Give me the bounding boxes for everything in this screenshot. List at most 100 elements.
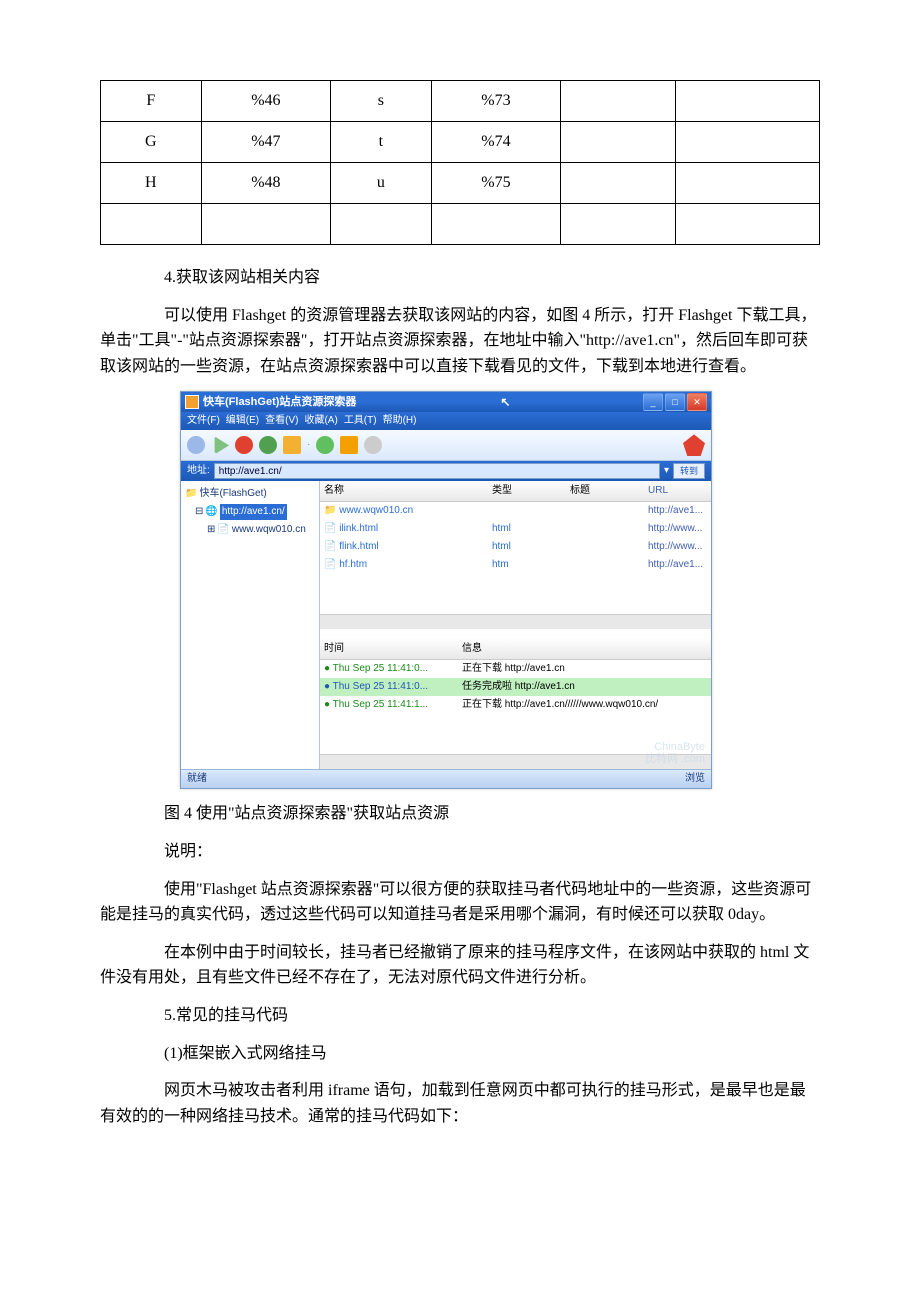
cell [561,81,676,122]
file-url: http://ave1... [644,502,711,520]
cell: %73 [431,81,560,122]
flashget-logo-icon [683,434,705,456]
file-list: 名称 类型 标题 URL 📁 www.wqw010.cn http://ave1… [320,481,711,639]
log-pane: 时间 信息 ● Thu Sep 25 11:41:0... 正在下载 http:… [320,639,711,769]
list-item[interactable]: 📄 ilink.html html http://www... [320,520,711,538]
file-type: htm [488,556,566,574]
tree-item[interactable]: ⊞📄 www.wqw010.cn [185,521,315,539]
paragraph: 使用"Flashget 站点资源探索器"可以很方便的获取挂马者代码地址中的一些资… [100,877,820,928]
address-bar: 地址: ▾ 转到 [181,461,711,481]
flashget-window: 快车(FlashGet)站点资源探索器 ↖ _ □ ✕ 文件(F) 编辑(E) … [180,391,712,789]
ascii-encoding-table: F %46 s %73 G %47 t %74 H %48 u %75 [100,80,820,245]
file-icon: 📄 [324,559,336,570]
folder-icon: 📄 [217,522,229,538]
list-item[interactable]: 📄 hf.htm htm http://ave1... [320,556,711,574]
cell: %47 [201,122,330,163]
menu-edit[interactable]: 编辑(E) [226,413,259,429]
tree-label: www.wqw010.cn [232,522,306,538]
file-url: http://www... [644,520,711,538]
log-row: ● Thu Sep 25 11:41:0... 任务完成啦 http://ave… [320,678,711,696]
menu-fav[interactable]: 收藏(A) [304,413,337,429]
menu-file[interactable]: 文件(F) [187,413,220,429]
tree-root[interactable]: 📁 快车(FlashGet) [185,485,315,503]
subsection-heading: (1)框架嵌入式网络挂马 [100,1041,820,1067]
file-name: www.wqw010.cn [339,505,413,516]
cell: F [101,81,202,122]
cell: %46 [201,81,330,122]
log-time: Thu Sep 25 11:41:1... [333,699,428,710]
log-msg: 正在下载 http://ave1.cn//////www.wqw010.cn/ [458,696,711,714]
status-bar: 就绪 浏览 [181,769,711,788]
address-input[interactable] [214,463,660,479]
paragraph: 网页木马被攻击者利用 iframe 语句，加载到任意网页中都可执行的挂马形式，是… [100,1078,820,1129]
table-row: F %46 s %73 [101,81,820,122]
file-name: ilink.html [339,523,378,534]
menu-tool[interactable]: 工具(T) [344,413,377,429]
back-icon[interactable] [187,436,205,454]
file-type: html [488,520,566,538]
cell: s [331,81,432,122]
explain-label: 说明： [100,839,820,865]
folder-icon: 📁 [185,486,197,502]
file-title [566,556,644,574]
file-icon: 📄 [324,523,336,534]
scrollbar[interactable] [320,614,711,629]
disabled-icon [364,436,382,454]
col-url[interactable]: URL [644,481,711,501]
scrollbar[interactable] [320,754,711,769]
go-button[interactable]: 转到 [673,463,705,479]
list-item[interactable]: 📄 flink.html html http://www... [320,538,711,556]
log-msg: 任务完成啦 http://ave1.cn [458,678,711,696]
home-icon[interactable] [283,436,301,454]
col-info[interactable]: 信息 [458,639,711,659]
play-icon[interactable] [211,436,229,454]
brush-icon[interactable] [340,436,358,454]
tree-label: http://ave1.cn/ [220,504,287,520]
col-name[interactable]: 名称 [320,481,488,501]
status-right: 浏览 [685,771,705,787]
window-title: 快车(FlashGet)站点资源探索器 [203,394,356,412]
menu-help[interactable]: 帮助(H) [383,413,417,429]
cell [101,204,202,245]
cell [331,204,432,245]
maximize-button[interactable]: □ [665,393,685,411]
globe-icon[interactable] [316,436,334,454]
tree-item[interactable]: ⊟🌐 http://ave1.cn/ [185,503,315,521]
stop-icon[interactable] [235,436,253,454]
col-type[interactable]: 类型 [488,481,566,501]
tree-pane: 📁 快车(FlashGet) ⊟🌐 http://ave1.cn/ ⊞📄 www… [181,481,320,769]
file-title [566,502,644,520]
file-type: html [488,538,566,556]
cell [676,122,820,163]
log-row: ● Thu Sep 25 11:41:0... 正在下载 http://ave1… [320,660,711,678]
figure-caption: 图 4 使用"站点资源探索器"获取站点资源 [100,801,820,827]
close-button[interactable]: ✕ [687,393,707,411]
cell [561,204,676,245]
minimize-button[interactable]: _ [643,393,663,411]
menu-view[interactable]: 查看(V) [265,413,298,429]
col-title[interactable]: 标题 [566,481,644,501]
cell [561,122,676,163]
section-heading-5: 5.常见的挂马代码 [100,1003,820,1029]
address-label: 地址: [187,463,210,479]
app-icon [185,395,199,409]
cell: u [331,163,432,204]
col-time[interactable]: 时间 [320,639,458,659]
toolbar: · [181,430,711,461]
paragraph: 在本例中由于时间较长，挂马者已经撤销了原来的挂马程序文件，在该网站中获取的 ht… [100,940,820,991]
log-msg: 正在下载 http://ave1.cn [458,660,711,678]
cell [431,204,560,245]
file-title [566,520,644,538]
refresh-icon[interactable] [259,436,277,454]
table-row: G %47 t %74 [101,122,820,163]
window-titlebar: 快车(FlashGet)站点资源探索器 ↖ _ □ ✕ [181,392,711,412]
list-item[interactable]: 📁 www.wqw010.cn http://ave1... [320,502,711,520]
cell: %74 [431,122,560,163]
folder-icon: 📁 [324,505,336,516]
cell: G [101,122,202,163]
section-heading-4: 4.获取该网站相关内容 [100,265,820,291]
cell: %48 [201,163,330,204]
cell [676,204,820,245]
cell [201,204,330,245]
tree-label: 快车(FlashGet) [199,486,266,502]
